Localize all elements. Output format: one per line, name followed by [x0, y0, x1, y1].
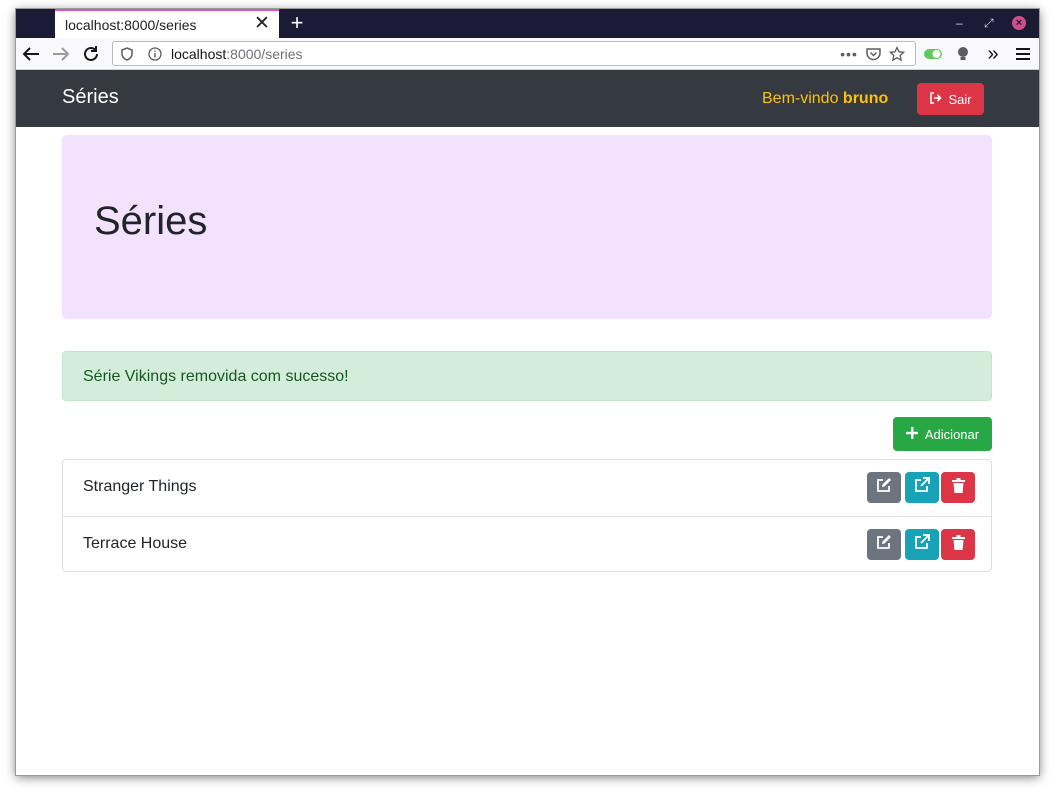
delete-button[interactable]: [941, 529, 975, 560]
edit-button[interactable]: [867, 472, 901, 503]
web-page: Séries Bem-vindo bruno Sair Séries Série…: [16, 70, 1039, 775]
pocket-icon[interactable]: [865, 46, 881, 62]
tab-title: localhost:8000/series: [65, 17, 197, 33]
success-alert: Série Vikings removida com sucesso!: [62, 351, 992, 401]
url-bar[interactable]: localhost:8000/series •••: [112, 41, 916, 66]
new-tab-icon[interactable]: +: [286, 12, 308, 34]
add-series-button[interactable]: Adicionar: [893, 417, 992, 451]
back-icon[interactable]: [19, 42, 43, 66]
bookmark-star-icon[interactable]: [889, 46, 905, 62]
edit-button[interactable]: [867, 529, 901, 560]
navbar: Séries Bem-vindo bruno Sair: [16, 70, 1039, 127]
jumbotron: Séries: [62, 135, 992, 319]
forward-icon[interactable]: [49, 42, 73, 66]
js-toggle-extension-icon[interactable]: [921, 42, 945, 66]
logout-button[interactable]: Sair: [917, 83, 984, 115]
restore-icon[interactable]: ⤢: [984, 16, 994, 31]
external-link-icon: [914, 477, 930, 498]
series-list: Stranger Things Terrace House: [62, 459, 992, 572]
logout-label: Sair: [948, 91, 972, 107]
browser-window: localhost:8000/series ✕ + – ⤢ × localhos…: [16, 9, 1039, 775]
page-title: Séries: [94, 199, 208, 243]
minimize-icon[interactable]: –: [956, 16, 963, 30]
info-icon[interactable]: [147, 46, 163, 62]
welcome-text: Bem-vindo bruno: [762, 90, 889, 107]
edit-icon: [876, 477, 892, 498]
lightbulb-extension-icon[interactable]: [951, 42, 975, 66]
series-name: Terrace House: [83, 535, 188, 552]
username: bruno: [842, 90, 889, 107]
open-button[interactable]: [905, 529, 939, 560]
list-item: Terrace House: [63, 516, 991, 572]
open-button[interactable]: [905, 472, 939, 503]
tab-series[interactable]: localhost:8000/series ✕: [55, 9, 279, 38]
navbar-brand[interactable]: Séries: [62, 86, 119, 109]
reload-icon[interactable]: [79, 42, 103, 66]
url-text: localhost:8000/series: [171, 46, 303, 62]
trash-icon: [951, 477, 965, 498]
tab-close-icon[interactable]: ✕: [253, 14, 271, 34]
add-label: Adicionar: [924, 426, 980, 442]
plus-icon: [905, 426, 918, 442]
external-link-icon: [914, 534, 930, 555]
trash-icon: [951, 534, 965, 555]
list-item: Stranger Things: [63, 460, 991, 515]
close-window-icon[interactable]: ×: [1012, 16, 1026, 30]
browser-toolbar: localhost:8000/series ••• »: [16, 38, 1039, 70]
more-actions-icon[interactable]: •••: [840, 46, 857, 62]
series-name: Stranger Things: [83, 478, 197, 495]
edit-icon: [876, 534, 892, 555]
tab-strip: localhost:8000/series ✕ + – ⤢ ×: [16, 9, 1039, 38]
shield-icon[interactable]: [119, 46, 135, 62]
alert-message: Série Vikings removida com sucesso!: [83, 368, 349, 385]
delete-button[interactable]: [941, 472, 975, 503]
hamburger-menu-icon[interactable]: [1011, 42, 1035, 66]
overflow-chevron-icon[interactable]: »: [981, 42, 1005, 66]
sign-out-icon: [929, 91, 943, 107]
